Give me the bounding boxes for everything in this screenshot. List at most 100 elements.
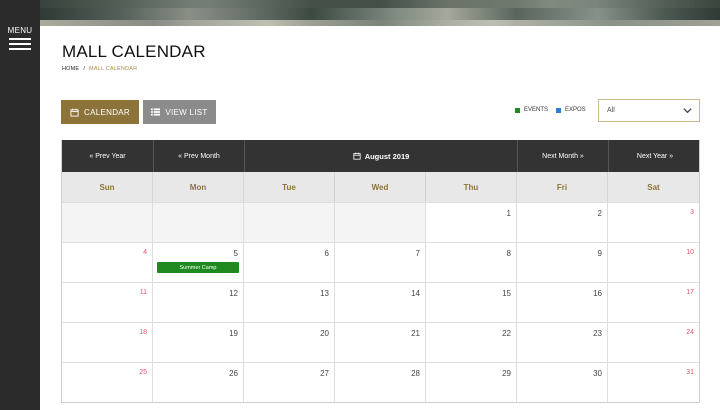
day-number: 17 <box>686 289 694 296</box>
list-icon <box>151 108 161 116</box>
breadcrumb-separator: / <box>83 66 86 72</box>
day-number: 31 <box>686 369 694 376</box>
day-number: 6 <box>324 249 329 258</box>
day-number: 28 <box>411 369 420 378</box>
day-number: 18 <box>139 329 147 336</box>
calendar-day-7[interactable]: 7 <box>335 242 426 282</box>
calendar-day-6[interactable]: 6 <box>244 242 335 282</box>
day-number: 2 <box>597 209 602 218</box>
calendar-day-5[interactable]: 5 Summer Camp <box>153 242 244 282</box>
weekday-wed: Wed <box>335 172 426 202</box>
calendar-day-4[interactable]: 4 <box>62 242 153 282</box>
calendar-day-9[interactable]: 9 <box>517 242 608 282</box>
legend-events-label: EVENTS <box>524 107 549 113</box>
day-number: 21 <box>411 329 420 338</box>
calendar-day-11[interactable]: 11 <box>62 282 153 322</box>
calendar-day-28[interactable]: 28 <box>335 362 426 402</box>
view-list-label: VIEW LIST <box>165 107 208 117</box>
calendar-grid: 1 2 3 4 5 Summer Camp 6 7 8 9 10 11 12 13 14 15 16 17 18 19… <box>62 202 699 402</box>
calendar-icon <box>353 152 361 160</box>
calendar-day-12[interactable]: 12 <box>153 282 244 322</box>
day-number: 30 <box>593 369 602 378</box>
month-title: August 2019 <box>245 140 518 172</box>
calendar-day-13[interactable]: 13 <box>244 282 335 322</box>
menu-label: MENU <box>7 26 33 35</box>
calendar-day-24[interactable]: 24 <box>608 322 699 362</box>
calendar-day-25[interactable]: 25 <box>62 362 153 402</box>
day-number: 24 <box>686 329 694 336</box>
calendar-day-19[interactable]: 19 <box>153 322 244 362</box>
calendar-blank-cell <box>335 202 426 242</box>
day-number: 22 <box>502 329 511 338</box>
calendar-day-18[interactable]: 18 <box>62 322 153 362</box>
hamburger-icon <box>9 38 31 50</box>
view-list-button[interactable]: VIEW LIST <box>143 100 216 124</box>
calendar-blank-cell <box>62 202 153 242</box>
calendar-view-button[interactable]: CALENDAR <box>61 100 139 124</box>
menu-button[interactable]: MENU <box>0 26 40 53</box>
calendar-day-17[interactable]: 17 <box>608 282 699 322</box>
day-number: 15 <box>502 289 511 298</box>
calendar-day-3[interactable]: 3 <box>608 202 699 242</box>
calendar-day-14[interactable]: 14 <box>335 282 426 322</box>
breadcrumb: HOME / MALL CALENDAR <box>62 66 137 72</box>
day-number: 20 <box>320 329 329 338</box>
day-number: 3 <box>690 209 694 216</box>
category-filter-select[interactable]: All <box>598 99 700 122</box>
calendar-day-2[interactable]: 2 <box>517 202 608 242</box>
legend-events-swatch <box>515 107 520 113</box>
breadcrumb-home-link[interactable]: HOME <box>62 66 79 72</box>
calendar-day-16[interactable]: 16 <box>517 282 608 322</box>
header-banner-image <box>40 0 720 26</box>
legend-expos-swatch <box>556 107 561 113</box>
calendar-nav-bar: « Prev Year « Prev Month August 2019 Nex… <box>62 140 699 172</box>
day-number: 9 <box>597 249 602 258</box>
legend-expos: EXPOS <box>556 107 586 113</box>
calendar-day-10[interactable]: 10 <box>608 242 699 282</box>
sidebar: MENU <box>0 0 40 410</box>
day-number: 10 <box>686 249 694 256</box>
day-number: 4 <box>143 249 147 256</box>
day-number: 14 <box>411 289 420 298</box>
day-number: 12 <box>229 289 238 298</box>
breadcrumb-current: MALL CALENDAR <box>89 66 138 72</box>
calendar-day-29[interactable]: 29 <box>426 362 517 402</box>
next-month-button[interactable]: Next Month » <box>518 140 609 172</box>
next-year-button[interactable]: Next Year » <box>609 140 701 172</box>
calendar-day-27[interactable]: 27 <box>244 362 335 402</box>
calendar-day-30[interactable]: 30 <box>517 362 608 402</box>
day-number: 26 <box>229 369 238 378</box>
prev-year-button[interactable]: « Prev Year <box>62 140 154 172</box>
category-filter-value: All <box>607 107 615 114</box>
calendar-day-26[interactable]: 26 <box>153 362 244 402</box>
calendar-day-23[interactable]: 23 <box>517 322 608 362</box>
day-number: 23 <box>593 329 602 338</box>
calendar-icon <box>70 108 79 117</box>
day-number: 8 <box>506 249 511 258</box>
legend-expos-label: EXPOS <box>565 107 586 113</box>
prev-month-button[interactable]: « Prev Month <box>154 140 245 172</box>
day-number: 27 <box>320 369 329 378</box>
calendar-day-8[interactable]: 8 <box>426 242 517 282</box>
calendar-day-31[interactable]: 31 <box>608 362 699 402</box>
legend-events: EVENTS <box>515 107 548 113</box>
calendar-day-21[interactable]: 21 <box>335 322 426 362</box>
day-number: 25 <box>139 369 147 376</box>
calendar-day-20[interactable]: 20 <box>244 322 335 362</box>
weekday-thu: Thu <box>426 172 517 202</box>
calendar-day-1[interactable]: 1 <box>426 202 517 242</box>
calendar-blank-cell <box>153 202 244 242</box>
day-number: 1 <box>506 209 511 218</box>
calendar-view-label: CALENDAR <box>84 107 130 117</box>
weekday-fri: Fri <box>517 172 608 202</box>
calendar-event[interactable]: Summer Camp <box>157 262 239 273</box>
chevron-down-icon <box>683 108 692 114</box>
weekday-tue: Tue <box>244 172 335 202</box>
calendar-blank-cell <box>244 202 335 242</box>
weekday-header: Sun Mon Tue Wed Thu Fri Sat <box>62 172 699 202</box>
month-title-text: August 2019 <box>364 151 410 161</box>
day-number: 13 <box>320 289 329 298</box>
calendar-day-15[interactable]: 15 <box>426 282 517 322</box>
day-number: 11 <box>139 289 147 296</box>
calendar-day-22[interactable]: 22 <box>426 322 517 362</box>
